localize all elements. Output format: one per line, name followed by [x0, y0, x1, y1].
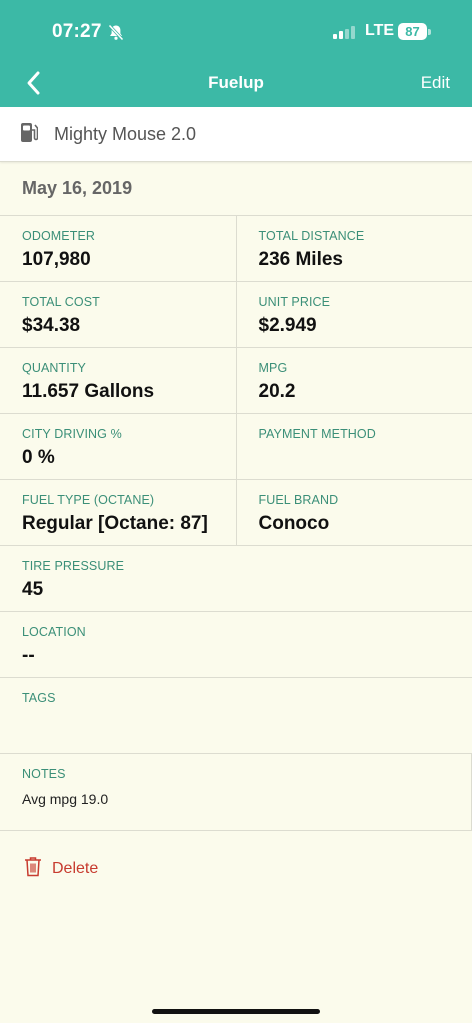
- location-value: --: [22, 645, 35, 666]
- fuel-brand-cell: FUEL BRAND Conoco: [235, 480, 472, 545]
- city-driving-value: 0 %: [22, 447, 55, 468]
- signal-icon: [333, 26, 355, 39]
- location-label: LOCATION: [22, 625, 86, 639]
- mpg-label: MPG: [258, 361, 288, 375]
- vehicle-row[interactable]: Mighty Mouse 2.0: [0, 107, 472, 162]
- header: 07:27 LTE 87 Fuelup Edit: [0, 0, 472, 107]
- unit-price-cell: UNIT PRICE $2.949: [235, 282, 472, 347]
- row-quantity: QUANTITY 11.657 Gallons MPG 20.2: [0, 348, 472, 414]
- fuel-type-value: Regular [Octane: 87]: [22, 513, 208, 534]
- location-cell: LOCATION --: [0, 612, 472, 677]
- unit-price-value: $2.949: [258, 315, 317, 336]
- status-time: 07:27: [52, 21, 102, 42]
- mpg-value: 20.2: [258, 381, 296, 402]
- delete-label: Delete: [52, 860, 99, 877]
- unit-price-label: UNIT PRICE: [258, 295, 331, 309]
- mpg-cell: MPG 20.2: [235, 348, 472, 413]
- row-tire-pressure: TIRE PRESSURE 45: [0, 546, 472, 612]
- trash-icon: [24, 856, 42, 882]
- vehicle-name: Mighty Mouse 2.0: [54, 123, 197, 144]
- battery-icon: 87: [398, 23, 427, 40]
- tire-pressure-value: 45: [22, 579, 44, 600]
- payment-method-cell: PAYMENT METHOD: [235, 414, 472, 479]
- odometer-cell: ODOMETER 107,980: [0, 216, 236, 281]
- notes-row: NOTES Avg mpg 19.0: [0, 754, 472, 831]
- fuel-type-label: FUEL TYPE (OCTANE): [22, 493, 155, 507]
- row-odometer: ODOMETER 107,980 TOTAL DISTANCE 236 Mile…: [0, 216, 472, 282]
- network-type: LTE: [365, 22, 395, 39]
- quantity-cell: QUANTITY 11.657 Gallons: [0, 348, 236, 413]
- notes-label: NOTES: [22, 767, 66, 781]
- edit-button[interactable]: Edit: [421, 73, 450, 93]
- odometer-value: 107,980: [22, 249, 91, 270]
- city-driving-cell: CITY DRIVING % 0 %: [0, 414, 236, 479]
- home-indicator[interactable]: [152, 1009, 320, 1014]
- row-fuel: FUEL TYPE (OCTANE) Regular [Octane: 87] …: [0, 480, 472, 546]
- page-title: Fuelup: [208, 73, 264, 92]
- fuel-type-cell: FUEL TYPE (OCTANE) Regular [Octane: 87]: [0, 480, 236, 545]
- quantity-value: 11.657 Gallons: [22, 381, 155, 402]
- tags-row: TAGS: [0, 678, 472, 754]
- tire-pressure-label: TIRE PRESSURE: [22, 559, 125, 573]
- fuelup-date: May 16, 2019: [0, 162, 472, 216]
- total-cost-label: TOTAL COST: [22, 295, 100, 309]
- row-city-driving: CITY DRIVING % 0 % PAYMENT METHOD: [0, 414, 472, 480]
- bell-slash-icon: [108, 24, 124, 46]
- payment-method-label: PAYMENT METHOD: [258, 427, 376, 441]
- fuel-pump-icon: [20, 121, 39, 148]
- fuel-brand-value: Conoco: [258, 513, 330, 534]
- city-driving-label: CITY DRIVING %: [22, 427, 122, 441]
- row-location: LOCATION --: [0, 612, 472, 678]
- odometer-label: ODOMETER: [22, 229, 96, 243]
- delete-button[interactable]: Delete: [24, 856, 98, 882]
- quantity-label: QUANTITY: [22, 361, 86, 375]
- total-distance-cell: TOTAL DISTANCE 236 Miles: [235, 216, 472, 281]
- row-cost: TOTAL COST $34.38 UNIT PRICE $2.949: [0, 282, 472, 348]
- total-cost-value: $34.38: [22, 315, 81, 336]
- total-cost-cell: TOTAL COST $34.38: [0, 282, 236, 347]
- notes-value: Avg mpg 19.0: [22, 791, 109, 807]
- total-distance-value: 236 Miles: [258, 249, 344, 270]
- battery-nub: [428, 29, 431, 35]
- tire-pressure-cell: TIRE PRESSURE 45: [0, 546, 472, 611]
- tags-label: TAGS: [22, 691, 56, 705]
- total-distance-label: TOTAL DISTANCE: [258, 229, 365, 243]
- fuel-brand-label: FUEL BRAND: [258, 493, 339, 507]
